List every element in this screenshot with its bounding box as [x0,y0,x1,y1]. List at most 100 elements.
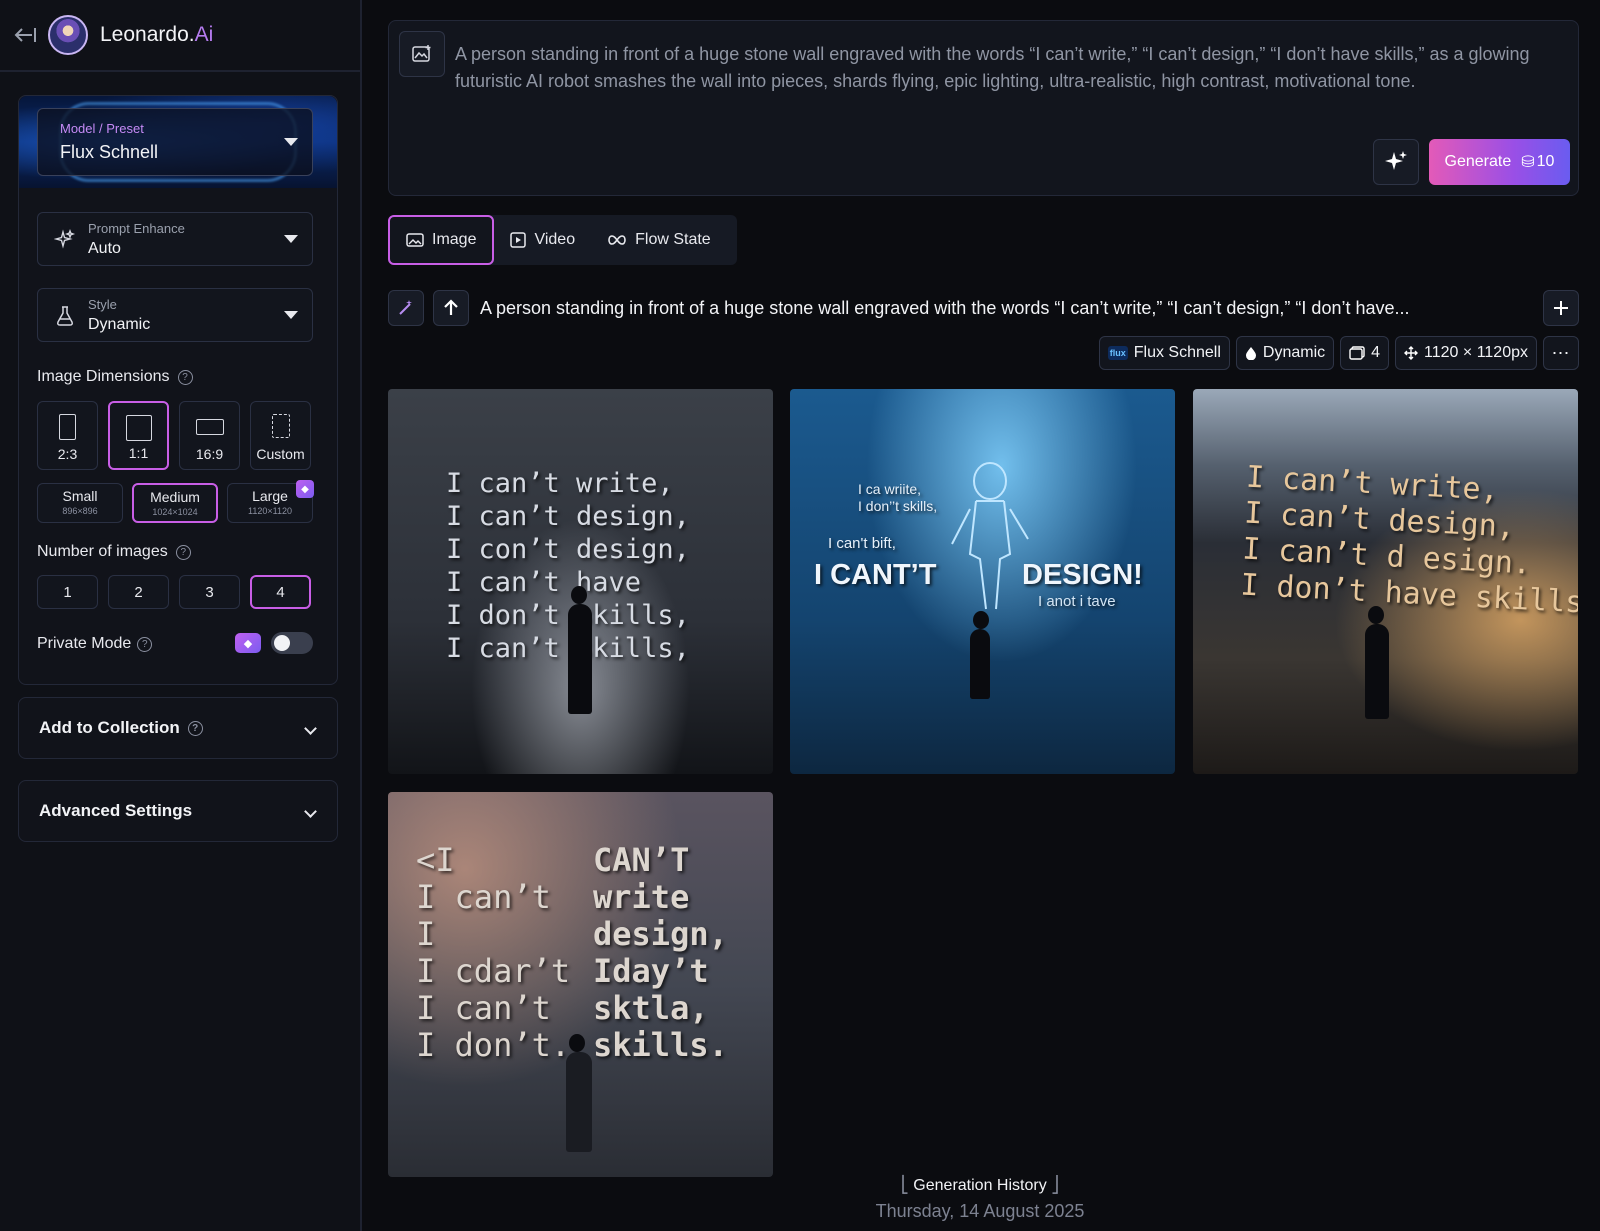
premium-gem-icon: ◆ [235,633,261,653]
add-to-collection-accordion[interactable]: Add to Collection ? [18,697,338,759]
generated-image-2[interactable]: I ca wriite, I don’’t skills, I can't bi… [790,389,1175,774]
images-1-button[interactable]: 1 [37,575,98,609]
size-large-button[interactable]: Large 1120×1120 ◆ [227,480,314,523]
model-preset-value: Flux Schnell [60,142,159,162]
image-engraved-text: I can’t write, I can’t design, I can’t d… [1239,459,1578,622]
person-silhouette [566,1034,592,1152]
number-of-images-title: Number of images ? [37,543,191,561]
chevron-down-icon [304,805,317,818]
image-count-tag: 4 [1340,336,1390,370]
generation-mode-tabs: Image Video Flow State [388,215,737,265]
help-icon[interactable]: ? [187,720,203,736]
generated-image-3[interactable]: I can’t write, I can’t design, I can’t d… [1193,389,1578,774]
video-icon [510,232,527,248]
size-options: Small 896×896 Medium 1024×1024 Large 112… [37,480,314,523]
left-bracket-icon: ⎣ [900,1177,914,1194]
style-value: Dynamic [88,316,151,333]
generate-button[interactable]: Generate ⛁ 10 [1429,139,1570,185]
style-dropdown[interactable]: Style Dynamic [37,288,313,342]
advanced-settings-accordion[interactable]: Advanced Settings [18,780,338,842]
image-text-small: I anot i tave [1038,593,1116,610]
generation-date: Thursday, 14 August 2025 [875,1201,1085,1221]
caret-down-icon [284,138,298,146]
style-tag: Dynamic [1235,336,1335,370]
flask-icon [54,305,76,327]
tab-image[interactable]: Image [388,215,495,265]
generated-image-4[interactable]: <I I can’t I I cdar’t I can’t I don’t. C… [388,792,773,1177]
prompt-box: A person standing in front of a huge sto… [388,20,1579,196]
prompt-enhance-label: Prompt Enhance [88,221,185,236]
help-icon[interactable]: ? [175,544,191,560]
prompt-enhance-dropdown[interactable]: Prompt Enhance Auto [37,212,313,266]
image-text-top: I ca wriite, I don’’t skills, [858,481,938,514]
model-tag: flux Flux Schnell [1098,336,1230,370]
sparkle-icon [53,228,76,251]
sparkle-icon [1385,151,1407,170]
generation-tags: flux Flux Schnell Dynamic 4 1120 × 1120p… [1098,336,1579,370]
image-engraved-text-left: <I I can’t I I cdar’t I can’t I don’t. [416,841,571,1064]
size-small-button[interactable]: Small 896×896 [37,483,123,523]
premium-gem-icon: ◆ [296,480,314,498]
move-arrows-icon [1404,346,1419,360]
more-dots-icon: ⋯ [1551,342,1571,363]
image-engraved-text-right: CAN’T write design, Iday’t sktla, skills… [593,841,728,1064]
brand-bar: Leonardo.Ai [0,0,360,72]
images-4-button[interactable]: 4 [250,575,311,609]
image-icon [406,233,424,247]
sidebar: Leonardo.Ai Model / Preset Flux Schnell … [0,0,362,1231]
aspect-ratio-options: 2:3 1:1 16:9 Custom [37,401,311,470]
avatar[interactable] [48,15,88,55]
style-label: Style [88,297,117,312]
drop-icon [1245,347,1256,360]
ratio-2-3-button[interactable]: 2:3 [37,401,98,470]
square-frame-icon [125,415,152,441]
person-silhouette [1365,606,1389,719]
image-dimensions-title: Image Dimensions ? [37,368,193,386]
arrow-up-icon [444,299,458,315]
size-medium-button[interactable]: Medium 1024×1024 [132,483,218,523]
edit-prompt-button[interactable] [388,290,424,326]
private-mode-row: Private Mode ? ◆ [37,632,313,656]
generated-image-1[interactable]: I can’t write, I can’t design, I con’t d… [388,389,773,774]
prompt-input[interactable]: A person standing in front of a huge sto… [455,41,1555,95]
help-icon[interactable]: ? [177,369,193,385]
image-prompt-button[interactable] [399,31,445,77]
ratio-16-9-button[interactable]: 16:9 [179,401,240,470]
portrait-frame-icon [59,414,76,440]
number-of-images-options: 1 2 3 4 [37,575,311,609]
ratio-custom-button[interactable]: Custom [250,401,311,470]
chevron-down-icon [304,722,317,735]
custom-frame-icon [271,414,290,438]
brand-logo-text[interactable]: Leonardo.Ai [100,23,213,47]
generation-history-title[interactable]: ⎣ Generation History ⎦ [780,1175,1180,1195]
flux-model-icon: flux [1107,346,1128,360]
plus-icon [1554,301,1568,315]
generation-settings-panel: Model / Preset Flux Schnell Prompt Enhan… [18,95,338,685]
ratio-1-1-button[interactable]: 1:1 [108,401,169,470]
caret-down-icon [284,311,298,319]
help-icon[interactable]: ? [137,636,153,652]
caret-down-icon [284,235,298,243]
private-mode-toggle[interactable] [271,632,313,654]
person-silhouette [970,611,990,699]
images-3-button[interactable]: 3 [179,575,240,609]
right-bracket-icon: ⎦ [1051,1177,1060,1194]
images-2-button[interactable]: 2 [108,575,169,609]
new-generation-button[interactable] [1543,290,1579,326]
image-text-mid: I can't bift, [828,535,896,552]
person-silhouette [568,586,592,714]
reuse-prompt-button[interactable] [433,290,469,326]
more-options-button[interactable]: ⋯ [1543,336,1579,370]
landscape-frame-icon [195,419,224,435]
dimensions-tag: 1120 × 1120px [1395,336,1537,370]
generation-history: ⎣ Generation History ⎦ Thursday, 14 Augu… [780,1175,1180,1222]
images-icon [1349,346,1365,360]
improve-prompt-button[interactable] [1373,139,1419,185]
tab-flow-state[interactable]: Flow State [591,215,727,265]
collapse-sidebar-icon[interactable] [12,25,38,45]
model-preset-dropdown[interactable]: Model / Preset Flux Schnell [37,108,313,176]
tab-video[interactable]: Video [494,215,591,265]
infinity-icon [608,235,626,245]
image-text-left: I CANT’T [814,559,937,591]
model-preset-card: Model / Preset Flux Schnell [19,96,337,188]
